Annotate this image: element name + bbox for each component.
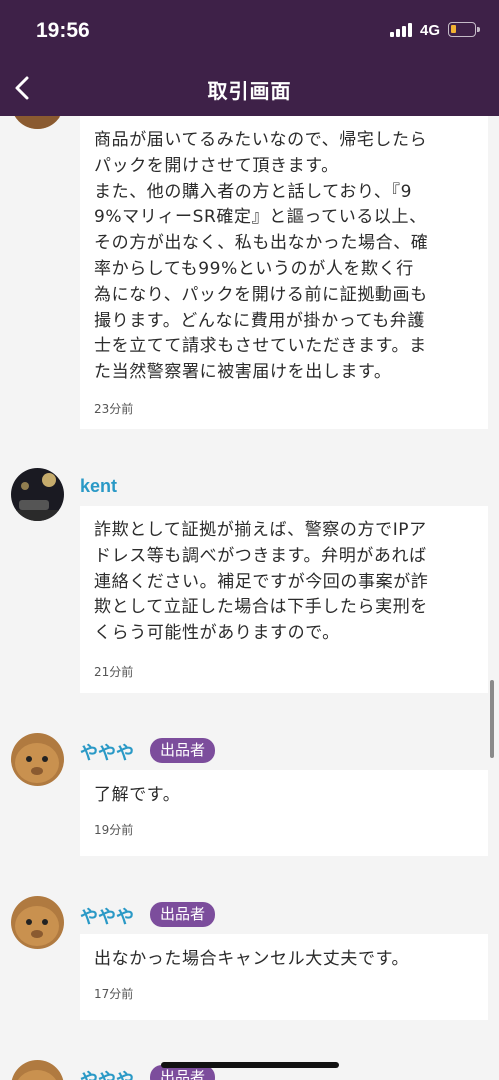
message-time: 23分前 — [94, 401, 134, 416]
message-card: 了解です。 19分前 — [80, 770, 488, 856]
battery-icon — [448, 22, 480, 37]
home-indicator[interactable] — [161, 1062, 339, 1068]
message-card: 詐欺として証拠が揃えば、警察の方でIPア ドレス等も調べがつきます。弁明があれば… — [80, 506, 488, 693]
avatar[interactable] — [11, 896, 64, 949]
nav-bar: 取引画面 — [0, 60, 499, 116]
status-time: 19:56 — [36, 19, 90, 42]
username[interactable]: ややや — [80, 1066, 134, 1080]
username[interactable]: ややや — [80, 903, 134, 929]
seller-badge: 出品者 — [150, 738, 216, 763]
seller-badge: 出品者 — [150, 902, 216, 927]
message-text: 出なかった場合キャンセル大丈夫です。 — [94, 949, 410, 969]
signal-icon — [390, 23, 412, 37]
message-time: 19分前 — [94, 822, 134, 837]
avatar[interactable] — [11, 468, 64, 521]
status-bar: 19:56 4G — [0, 0, 499, 60]
page-title: 取引画面 — [207, 79, 292, 103]
network-type: 4G — [420, 22, 441, 39]
message-time: 21分前 — [94, 664, 134, 679]
username[interactable]: ややや — [80, 739, 134, 765]
avatar[interactable] — [11, 116, 64, 129]
scrollbar[interactable] — [490, 680, 494, 758]
message-text: 商品が届いてるみたいなので、帰宅したら パックを開けさせて頂きます。 また、他の… — [94, 130, 429, 383]
message-card: 商品が届いてるみたいなので、帰宅したら パックを開けさせて頂きます。 また、他の… — [80, 116, 488, 429]
message-text: 了解です。 — [94, 785, 181, 805]
username[interactable]: kent — [80, 476, 117, 497]
avatar[interactable] — [11, 733, 64, 786]
message-card: 出なかった場合キャンセル大丈夫です。 17分前 — [80, 934, 488, 1020]
chat-thread[interactable]: 商品が届いてるみたいなので、帰宅したら パックを開けさせて頂きます。 また、他の… — [0, 116, 499, 1080]
message-time: 17分前 — [94, 986, 134, 1001]
message-text: 詐欺として証拠が揃えば、警察の方でIPア ドレス等も調べがつきます。弁明があれば… — [94, 520, 429, 644]
avatar[interactable] — [11, 1060, 64, 1080]
